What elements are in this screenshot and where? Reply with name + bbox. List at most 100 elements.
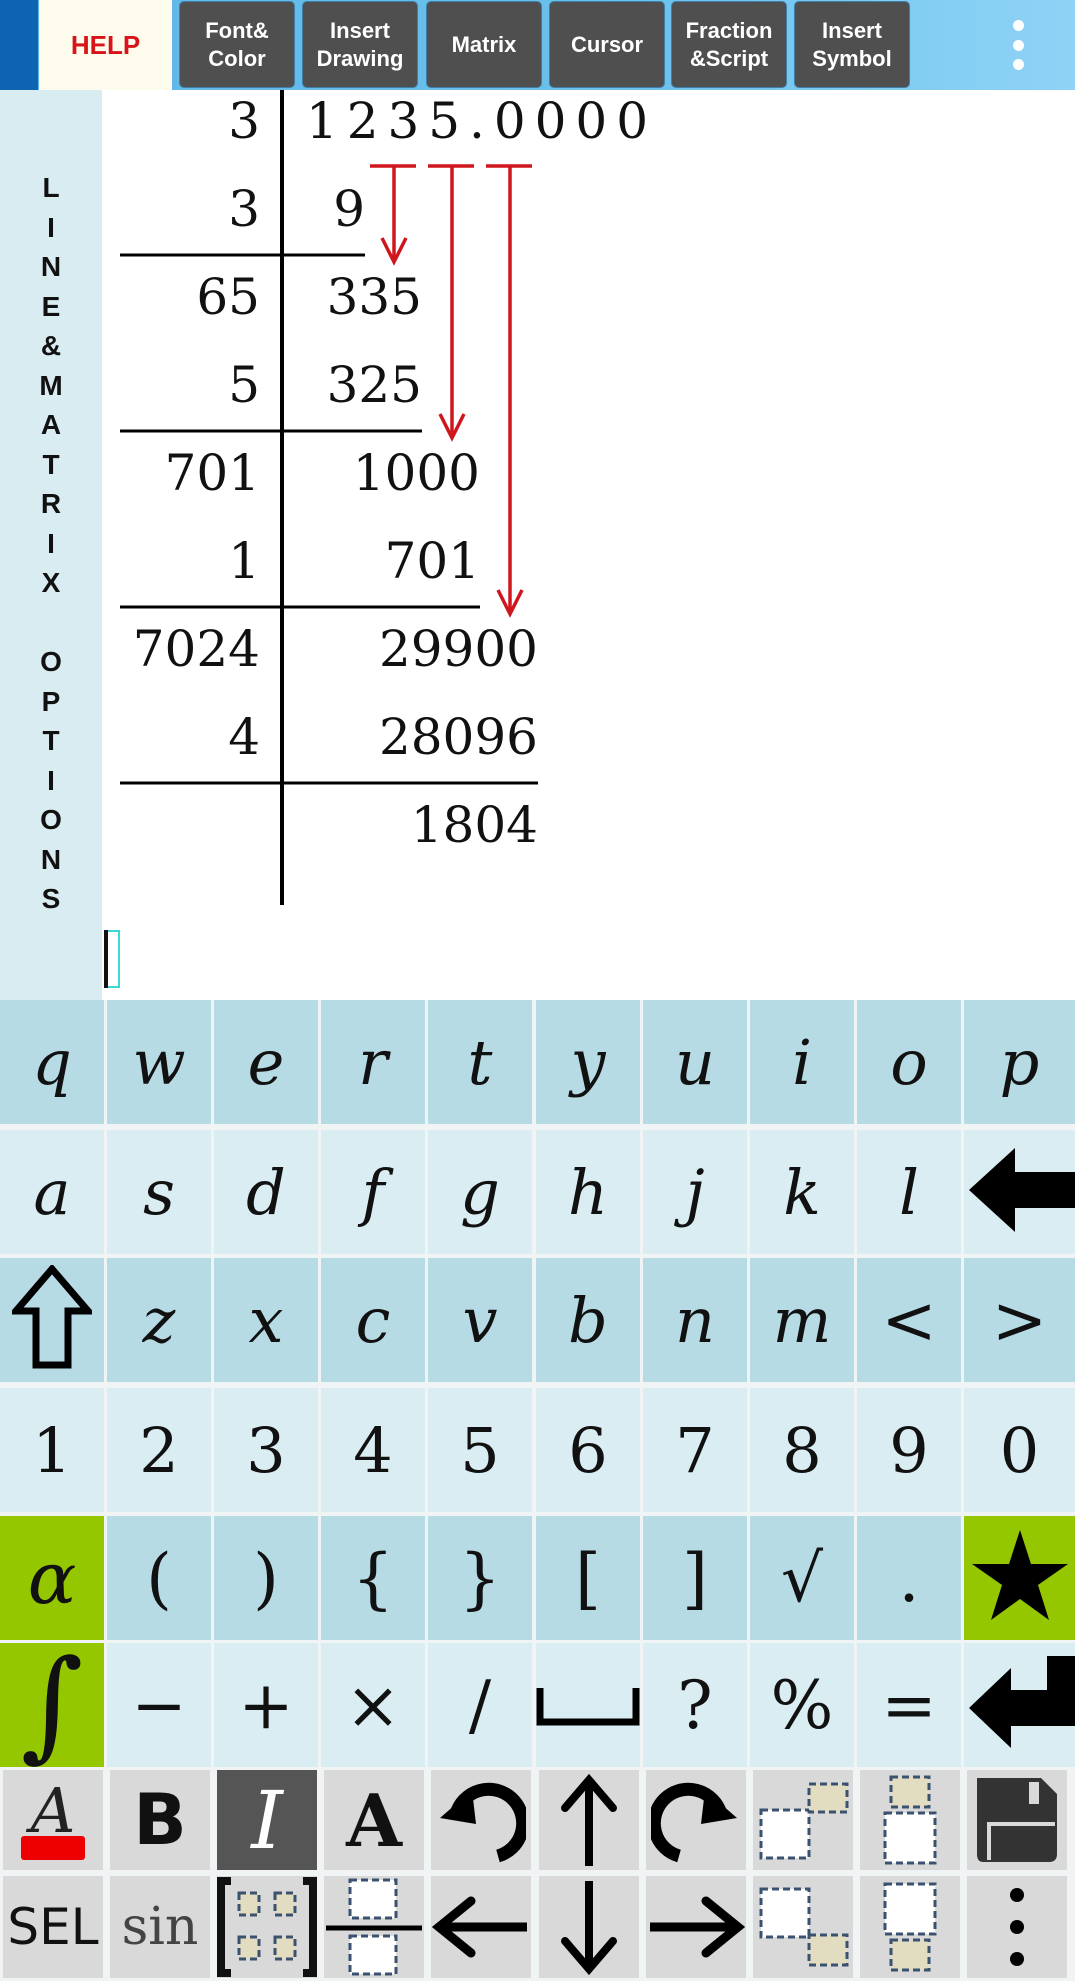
key-integral[interactable]: ∫ xyxy=(0,1643,104,1767)
key-a[interactable]: a xyxy=(0,1130,104,1254)
matrix-template-icon xyxy=(217,1877,317,1977)
tool-text-color[interactable]: A xyxy=(3,1770,103,1870)
tool-font-style[interactable]: A xyxy=(324,1770,424,1870)
key-u[interactable]: u xyxy=(643,1000,747,1124)
key-percent[interactable]: % xyxy=(750,1643,854,1767)
tool-redo[interactable] xyxy=(646,1770,746,1870)
key-open-paren[interactable]: ( xyxy=(107,1516,211,1640)
key-question[interactable]: ? xyxy=(643,1643,747,1767)
tool-more[interactable] xyxy=(967,1876,1067,1978)
key-4[interactable]: 4 xyxy=(321,1388,425,1512)
bold-icon: B xyxy=(133,1779,187,1861)
remainder: 1000 xyxy=(353,444,480,502)
tool-cursor-up[interactable] xyxy=(539,1770,639,1870)
key-l[interactable]: l xyxy=(857,1130,961,1254)
key-open-brace[interactable]: { xyxy=(321,1516,425,1640)
key-slash[interactable]: / xyxy=(428,1643,532,1767)
tool-save[interactable] xyxy=(967,1770,1067,1870)
key-z[interactable]: z xyxy=(107,1258,211,1382)
tool-cursor-right[interactable] xyxy=(646,1876,746,1978)
key-7[interactable]: 7 xyxy=(643,1388,747,1512)
key-favorites[interactable] xyxy=(964,1516,1075,1640)
key-f[interactable]: f xyxy=(321,1130,425,1254)
tool-bold[interactable]: B xyxy=(110,1770,210,1870)
key-j[interactable]: j xyxy=(643,1130,747,1254)
key-close-brace[interactable]: } xyxy=(428,1516,532,1640)
key-equals[interactable]: = xyxy=(857,1643,961,1767)
matrix-button[interactable]: Matrix xyxy=(427,2,541,87)
key-k[interactable]: k xyxy=(750,1130,854,1254)
key-backspace[interactable] xyxy=(964,1130,1075,1254)
key-b[interactable]: b xyxy=(536,1258,640,1382)
key-1[interactable]: 1 xyxy=(0,1388,104,1512)
key-e[interactable]: e xyxy=(214,1000,318,1124)
remainder: 335 xyxy=(327,268,422,326)
key-c[interactable]: c xyxy=(321,1258,425,1382)
side-panel-letter xyxy=(0,603,102,643)
key-shift[interactable] xyxy=(0,1258,104,1382)
tool-overscript[interactable] xyxy=(860,1770,960,1870)
key-s[interactable]: s xyxy=(107,1130,211,1254)
key-label: ) xyxy=(253,1539,279,1617)
key-label: n xyxy=(675,1283,715,1357)
key-t[interactable]: t xyxy=(428,1000,532,1124)
font-color-button[interactable]: Font& Color xyxy=(180,2,294,87)
key-x[interactable]: x xyxy=(214,1258,318,1382)
key-p[interactable]: p xyxy=(964,1000,1075,1124)
tool-matrix[interactable] xyxy=(217,1876,317,1978)
key-close-paren[interactable]: ) xyxy=(214,1516,318,1640)
key-o[interactable]: o xyxy=(857,1000,961,1124)
insert-drawing-button[interactable]: Insert Drawing xyxy=(303,2,417,87)
key-3[interactable]: 3 xyxy=(214,1388,318,1512)
tool-italic[interactable]: I xyxy=(217,1770,317,1870)
key-w[interactable]: w xyxy=(107,1000,211,1124)
tool-underscript[interactable] xyxy=(860,1876,960,1978)
key-less-than[interactable]: < xyxy=(857,1258,961,1382)
key-plus[interactable]: + xyxy=(214,1643,318,1767)
key-greater-than[interactable]: > xyxy=(964,1258,1075,1382)
key-times[interactable]: × xyxy=(321,1643,425,1767)
tool-sin[interactable]: sin xyxy=(110,1876,210,1978)
key-6[interactable]: 6 xyxy=(536,1388,640,1512)
key-q[interactable]: q xyxy=(0,1000,104,1124)
tool-subscript[interactable] xyxy=(753,1876,853,1978)
tool-cursor-down[interactable] xyxy=(539,1876,639,1978)
tool-sel[interactable]: SEL xyxy=(3,1876,103,1978)
key-close-bracket[interactable]: ] xyxy=(643,1516,747,1640)
key-y[interactable]: y xyxy=(536,1000,640,1124)
key-i[interactable]: i xyxy=(750,1000,854,1124)
key-5[interactable]: 5 xyxy=(428,1388,532,1512)
tool-superscript[interactable] xyxy=(753,1770,853,1870)
key-enter[interactable] xyxy=(964,1643,1075,1767)
key-0[interactable]: 0 xyxy=(964,1388,1075,1512)
key-m[interactable]: m xyxy=(750,1258,854,1382)
key-d[interactable]: d xyxy=(214,1130,318,1254)
key-minus[interactable]: − xyxy=(107,1643,211,1767)
tool-cursor-left[interactable] xyxy=(431,1876,531,1978)
key-label: x xyxy=(248,1283,284,1357)
key-h[interactable]: h xyxy=(536,1130,640,1254)
key-g[interactable]: g xyxy=(428,1130,532,1254)
kebab-vertical-icon[interactable] xyxy=(1005,20,1031,70)
key-8[interactable]: 8 xyxy=(750,1388,854,1512)
key-dot[interactable]: . xyxy=(857,1516,961,1640)
tool-undo[interactable] xyxy=(431,1770,531,1870)
key-2[interactable]: 2 xyxy=(107,1388,211,1512)
key-r[interactable]: r xyxy=(321,1000,425,1124)
tool-fraction[interactable] xyxy=(324,1876,424,1978)
key-v[interactable]: v xyxy=(428,1258,532,1382)
key-greek-alpha[interactable]: α xyxy=(0,1516,104,1640)
key-open-bracket[interactable]: [ xyxy=(536,1516,640,1640)
fraction-script-button[interactable]: Fraction &Script xyxy=(672,2,786,87)
underscript-box-icon xyxy=(863,1880,957,1974)
line-matrix-options-panel[interactable]: L I N E & M A T R I X OPTIONS xyxy=(0,90,102,1000)
key-9[interactable]: 9 xyxy=(857,1388,961,1512)
key-sqrt[interactable]: √ xyxy=(750,1516,854,1640)
math-editor-canvas[interactable]: 3 3 65 5 701 1 7024 4 1235.0000 9 335 32… xyxy=(102,90,1075,1000)
divisor-digit: 4 xyxy=(228,708,260,766)
help-button[interactable]: HELP xyxy=(39,0,172,90)
insert-symbol-button[interactable]: Insert Symbol xyxy=(795,2,909,87)
key-n[interactable]: n xyxy=(643,1258,747,1382)
cursor-button[interactable]: Cursor xyxy=(550,2,664,87)
key-space[interactable] xyxy=(536,1643,640,1767)
